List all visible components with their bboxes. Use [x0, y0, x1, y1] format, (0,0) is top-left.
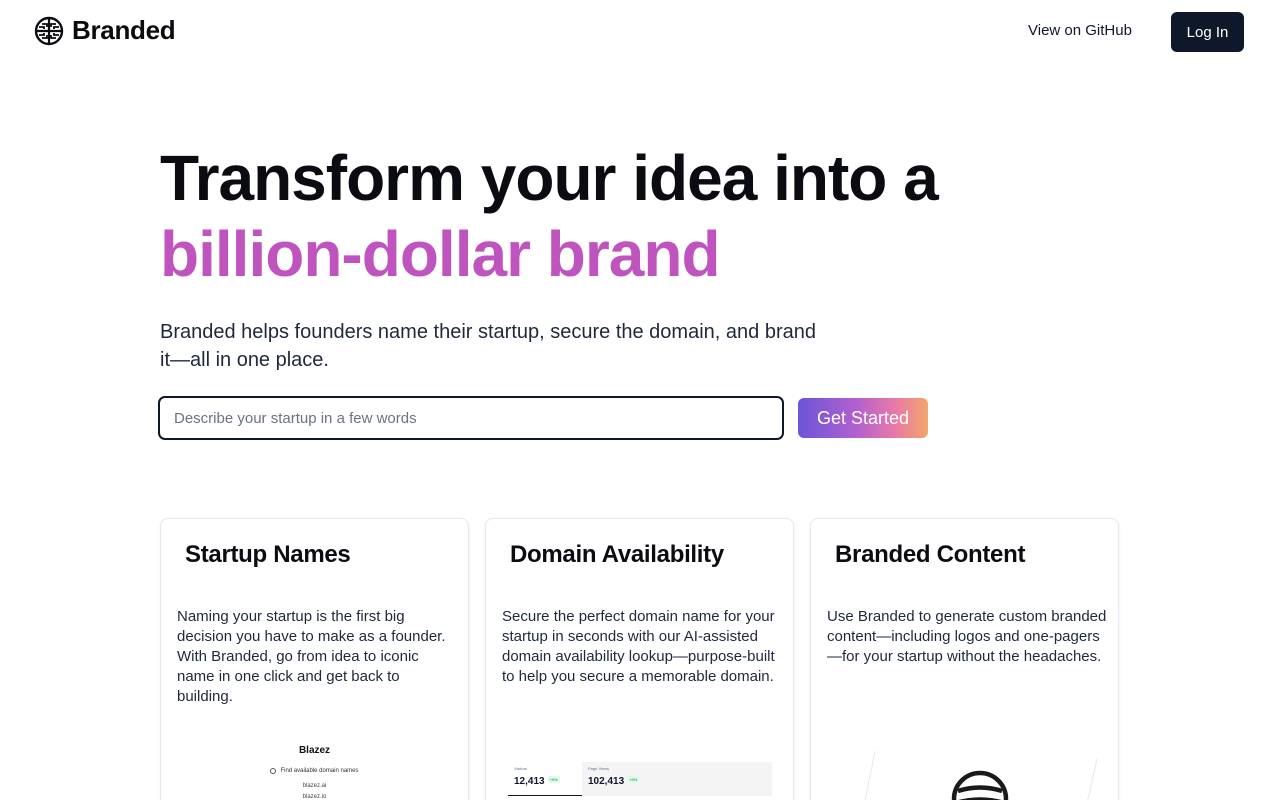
- hero-title-line1: Transform your idea into a: [160, 142, 939, 214]
- log-in-button[interactable]: Log In: [1171, 12, 1244, 52]
- card-title: Branded Content: [835, 541, 1026, 568]
- stat-value: 12,413: [514, 776, 545, 787]
- preview-find-label: Find available domain names: [280, 768, 359, 774]
- brand-name: Branded: [72, 15, 176, 45]
- card-description: Naming your startup is the first big dec…: [177, 608, 446, 705]
- preview-find-domains: Find available domain names: [161, 768, 468, 774]
- feature-card-domain-availability: Domain Availability Secure the perfect d…: [485, 518, 794, 800]
- hero-title-highlight: billion-dollar brand: [160, 218, 721, 290]
- card-title: Domain Availability: [510, 541, 724, 568]
- hero-subtitle: Branded helps founders name their startu…: [160, 321, 816, 371]
- preview-domain-item: blazez.ai: [302, 783, 327, 789]
- globe-icon: [270, 768, 277, 774]
- preview-stat-page-views: Page Views 102,413 +9%: [582, 762, 772, 796]
- globe-maze-icon: [34, 16, 64, 45]
- card-description: Use Branded to generate custom branded c…: [827, 608, 1107, 665]
- brand-logo-link[interactable]: Branded: [34, 15, 176, 46]
- card-title: Startup Names: [185, 541, 351, 568]
- preview-domain-item: blazez.io: [302, 794, 327, 800]
- get-started-button[interactable]: Get Started: [798, 398, 928, 438]
- stat-label: Visitors: [514, 766, 528, 771]
- stat-value: 102,413: [588, 776, 625, 787]
- stat-badge: +9%: [627, 776, 640, 784]
- startup-description-field[interactable]: [158, 396, 784, 440]
- feature-card-branded-content: Branded Content Use Branded to generate …: [810, 518, 1119, 800]
- view-on-github-link[interactable]: View on GitHub: [1022, 20, 1138, 41]
- stat-label: Page Views: [588, 766, 610, 771]
- startup-description-input[interactable]: [174, 409, 768, 427]
- preview-name-title: Blazez: [298, 745, 331, 756]
- preview-stat-visitors: Visitors 12,413 +9%: [508, 762, 582, 796]
- hero-title: Transform your idea into a billion-dolla…: [160, 140, 1060, 292]
- circle-lines-logo-icon: [864, 751, 1098, 800]
- site-header: Branded View on GitHub Log In: [0, 0, 1280, 64]
- feature-card-startup-names: Startup Names Naming your startup is the…: [160, 518, 469, 800]
- card-description: Secure the perfect domain name for your …: [502, 608, 775, 685]
- stat-badge: +9%: [547, 776, 560, 784]
